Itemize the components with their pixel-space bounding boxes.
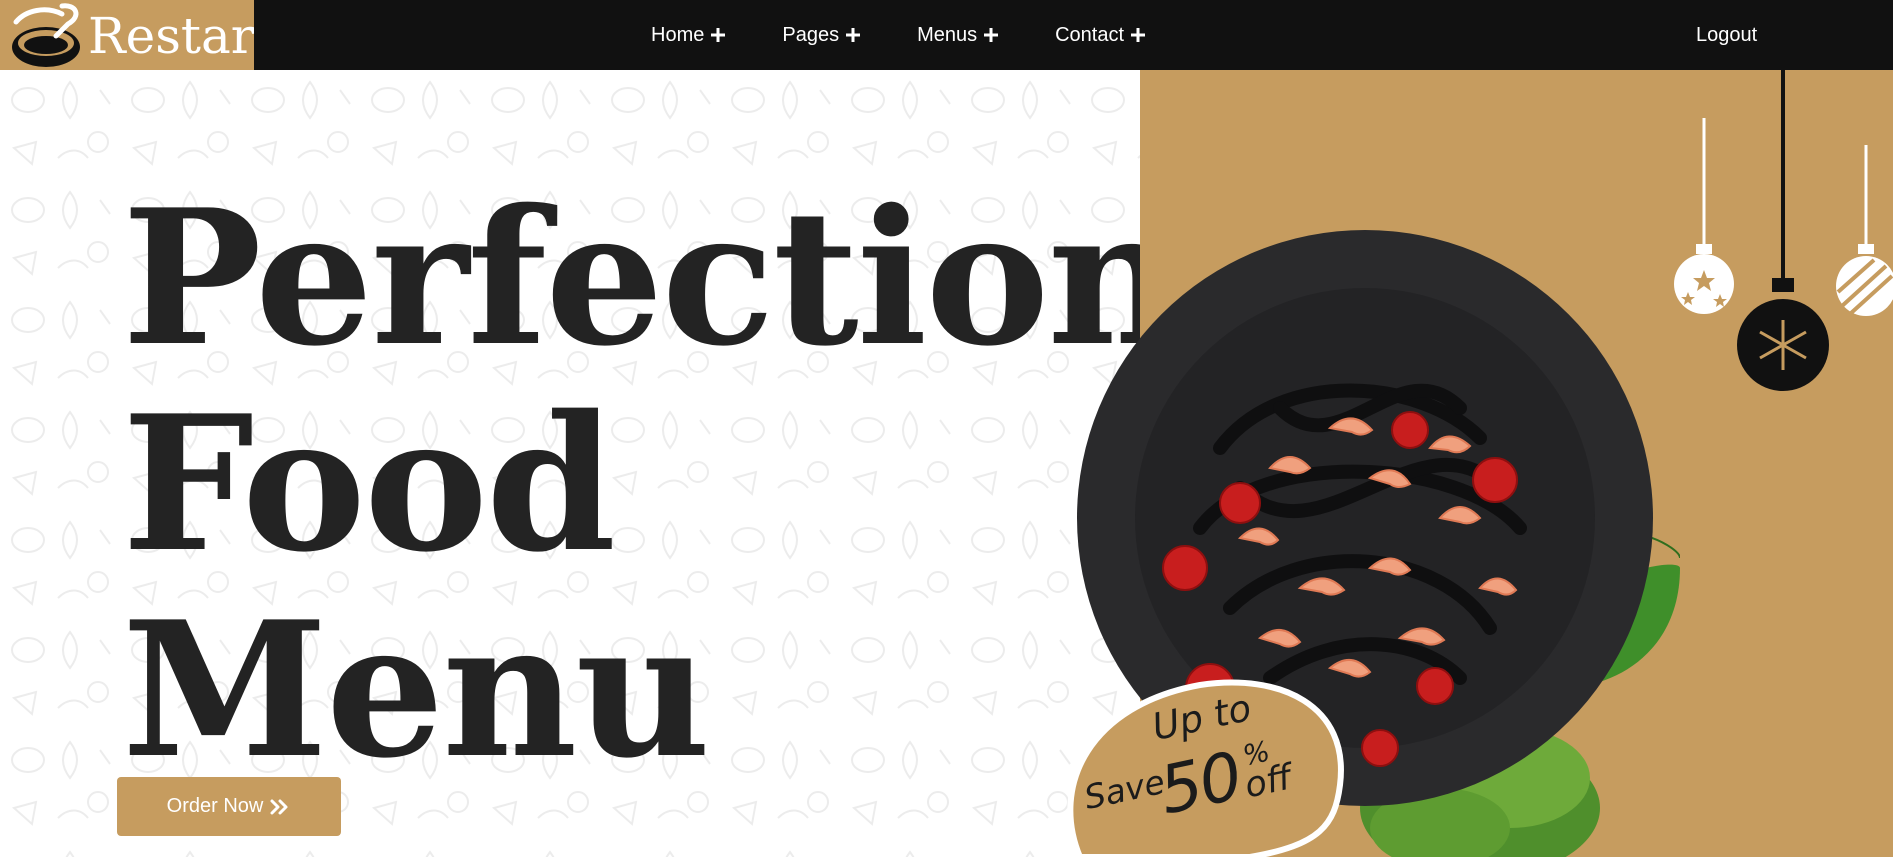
main-nav: Home Pages Menus Contact — [651, 0, 1202, 70]
christmas-ornaments-icon — [1674, 70, 1893, 391]
promo-amount: 50 — [1152, 737, 1248, 830]
nav-item-label: Home — [651, 23, 705, 46]
nav-item-label: Contact — [1055, 23, 1125, 46]
headline-line-3: Menu — [122, 580, 711, 799]
logout-link[interactable]: Logout — [1696, 0, 1757, 70]
plus-icon — [711, 28, 726, 42]
order-now-button[interactable]: Order Now — [117, 777, 341, 836]
headline-line-1: Perfection — [122, 168, 1140, 387]
nav-item-label: Menus — [917, 23, 978, 46]
nav-item-home[interactable]: Home — [651, 24, 727, 47]
double-chevron-right-icon — [270, 799, 288, 814]
nav-item-label: Pages — [782, 23, 840, 46]
plus-icon — [1131, 28, 1146, 42]
navbar: Restar Home Pages Menus Contact Logout — [0, 0, 1893, 70]
order-now-label: Order Now — [166, 795, 264, 817]
nav-item-menus[interactable]: Menus — [917, 24, 1000, 47]
hero-headline: Perfection Food Menu — [122, 175, 1140, 793]
plus-icon — [984, 28, 999, 42]
hero-left-panel: Perfection Food Menu — [0, 70, 1140, 857]
brand-logo[interactable]: Restar — [0, 0, 254, 70]
brand-name: Restar — [88, 7, 254, 65]
nav-item-pages[interactable]: Pages — [782, 24, 862, 47]
nav-item-contact[interactable]: Contact — [1055, 24, 1147, 47]
plus-icon — [846, 28, 861, 42]
headline-line-2: Food — [122, 374, 616, 593]
bowl-spoon-logo-icon — [12, 3, 80, 67]
